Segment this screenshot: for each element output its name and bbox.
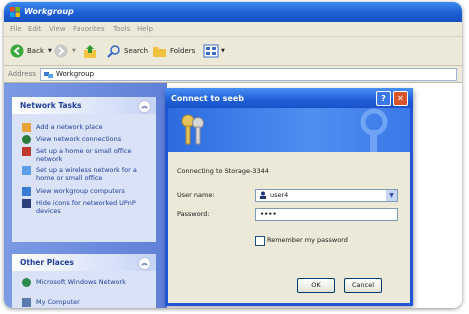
address-bar: Address Workgroup (4, 66, 462, 83)
views-icon (203, 44, 219, 58)
task-label: Set up a home or small office network (36, 147, 132, 163)
up-folder-button[interactable] (83, 43, 98, 59)
remember-password-label: Remember my password (267, 236, 348, 244)
username-value: user4 (270, 191, 289, 199)
up-folder-icon (84, 44, 96, 58)
dialog-title: Connect to seeb (171, 94, 244, 103)
address-label: Address (8, 70, 36, 78)
window-icon (10, 7, 20, 17)
place-label: Microsoft Windows Network (36, 278, 126, 286)
upnp-icon (22, 199, 31, 208)
task-label: Hide icons for networked UPnP devices (36, 199, 136, 215)
username-label: User name: (177, 191, 215, 199)
network-connections-icon (22, 135, 31, 144)
back-arrow-icon (10, 44, 24, 58)
connect-dialog: Connect to seeb ? ✕ Connecting to Storag… (165, 88, 413, 306)
menu-favorites[interactable]: Favorites (73, 25, 105, 33)
menu-view[interactable]: View (49, 25, 66, 33)
menu-help[interactable]: Help (137, 25, 153, 33)
collapse-icon[interactable]: ︽ (138, 257, 151, 270)
back-button[interactable]: Back ▼ (10, 43, 52, 59)
ok-button[interactable]: OK (297, 278, 335, 293)
username-dropdown-icon[interactable]: ▼ (386, 190, 397, 201)
folders-button[interactable]: Folders (152, 43, 195, 59)
address-field[interactable]: Workgroup (40, 68, 457, 81)
password-value: •••• (260, 210, 277, 218)
menu-edit[interactable]: Edit (28, 25, 42, 33)
search-label: Search (124, 47, 149, 55)
menu-file[interactable]: File (10, 25, 22, 33)
place-label: My Computer (36, 298, 80, 306)
search-button[interactable]: Search (107, 43, 148, 59)
network-tasks-header[interactable]: Network Tasks ︽ (12, 97, 156, 114)
task-label: Set up a wireless network for a home or … (36, 166, 137, 182)
password-label: Password: (177, 210, 210, 218)
window-titlebar[interactable]: Workgroup (4, 2, 462, 22)
network-tasks-panel: Network Tasks ︽ Add a network place View… (12, 97, 156, 242)
cancel-button[interactable]: Cancel (344, 278, 382, 293)
views-button[interactable]: ▼ (203, 43, 225, 59)
wireless-icon (22, 166, 31, 175)
dialog-banner (168, 108, 410, 152)
windows-network-icon (22, 278, 31, 287)
forward-button[interactable]: ▼ (54, 43, 76, 59)
my-computer-icon (22, 298, 31, 307)
dialog-titlebar[interactable]: Connect to seeb ? ✕ (165, 88, 413, 108)
other-places-panel: Other Places ︽ Microsoft Windows Network… (12, 254, 156, 308)
close-button[interactable]: ✕ (393, 91, 408, 106)
task-label: Add a network place (36, 123, 103, 131)
task-label: View network connections (36, 135, 122, 143)
menu-bar: File Edit View Favorites Tools Help (4, 22, 462, 37)
other-places-header[interactable]: Other Places ︽ (12, 254, 156, 271)
menu-tools[interactable]: Tools (113, 25, 130, 33)
folders-icon (153, 47, 166, 57)
password-field[interactable]: •••• (255, 208, 398, 221)
workgroup-icon (44, 72, 53, 78)
network-place-icon (22, 123, 31, 132)
task-label: View workgroup computers (36, 187, 125, 195)
user-icon (260, 191, 266, 199)
remember-password-checkbox[interactable] (255, 236, 265, 246)
toolbar: Back ▼ ▼ Search Folders ▼ (4, 37, 462, 66)
task-pane: Network Tasks ︽ Add a network place View… (4, 83, 167, 308)
other-places-title: Other Places (20, 258, 74, 267)
back-label: Back (27, 47, 44, 55)
window-title: Workgroup (24, 7, 74, 16)
banner-keys-watermark-icon (360, 108, 388, 152)
back-dropdown-icon[interactable]: ▼ (48, 48, 52, 54)
collapse-icon[interactable]: ︽ (138, 100, 151, 113)
help-button[interactable]: ? (376, 91, 391, 106)
forward-arrow-icon (54, 44, 68, 58)
search-icon (107, 45, 120, 58)
network-tasks-title: Network Tasks (20, 101, 82, 110)
address-value: Workgroup (56, 70, 95, 78)
connecting-text: Connecting to Storage-3344 (177, 167, 269, 175)
keys-icon (181, 114, 204, 145)
home-network-icon (22, 147, 31, 156)
username-field[interactable]: user4 ▼ (255, 189, 398, 202)
explorer-window: Workgroup File Edit View Favorites Tools… (4, 2, 462, 308)
views-dropdown-icon[interactable]: ▼ (221, 48, 225, 54)
forward-dropdown-icon[interactable]: ▼ (72, 48, 76, 54)
workgroup-computers-icon (22, 187, 31, 196)
folders-label: Folders (170, 47, 196, 55)
